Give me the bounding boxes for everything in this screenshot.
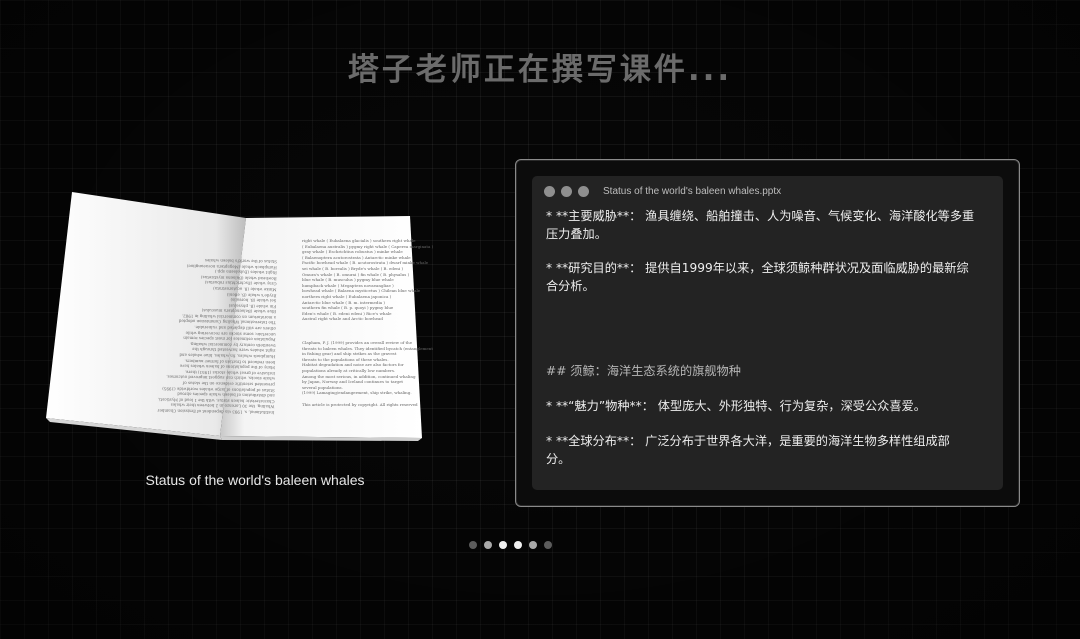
stage: 塔子老师正在撰写课件... Institutional, s. 1993 via… (0, 0, 1080, 639)
pager-dot-active[interactable] (514, 541, 522, 549)
window-close-dot[interactable] (544, 185, 555, 197)
doc-line-threats-cont: 压力叠加。 (546, 227, 607, 241)
book-left-text: Institutional, s. 1993 via dependent of … (157, 258, 278, 416)
doc-line-distribution: * **全球分布**： 广泛分布于世界各大洋，是重要的海洋生物多样性组成部 (546, 434, 950, 448)
book-caption: Status of the world's baleen whales (145, 472, 365, 488)
pager-dot[interactable] (499, 541, 507, 549)
doc-line-purpose: * **研究目的**： 提供自1999年以来，全球须鲸种群状况及面临威胁的最新综 (546, 261, 969, 275)
book-right-text-bottom: Clapham, P. J. (1999) provides an overal… (302, 340, 433, 407)
window-minimize-dot[interactable] (561, 185, 572, 197)
window-title: Status of the world's baleen whales.pptx (603, 185, 782, 197)
document-body[interactable]: * **主要威胁**： 渔具缠绕、船舶撞击、人为噪音、气候变化、海洋酸化等多重 … (546, 208, 990, 478)
pager-dot[interactable] (469, 541, 477, 549)
document-window: Status of the world's baleen whales.pptx… (532, 176, 1003, 490)
doc-line-purpose-cont: 合分析。 (546, 279, 595, 293)
doc-line-distribution-cont: 分。 (546, 452, 571, 466)
book-illustration: Institutional, s. 1993 via dependent of … (46, 192, 433, 442)
doc-section-heading: ## 须鲸：海洋生态系统的旗舰物种 (546, 364, 741, 378)
carousel-pager (469, 541, 552, 551)
page-title: 塔子老师正在撰写课件... (347, 52, 733, 88)
window-titlebar: Status of the world's baleen whales.pptx (532, 176, 1003, 206)
pager-dot[interactable] (529, 541, 537, 549)
pager-dot[interactable] (544, 541, 552, 549)
pager-dot[interactable] (484, 541, 492, 549)
window-maximize-dot[interactable] (578, 185, 589, 197)
doc-line-charisma: * **“魅力”物种**： 体型庞大、外形独特、行为复杂，深受公众喜爱。 (546, 399, 926, 413)
